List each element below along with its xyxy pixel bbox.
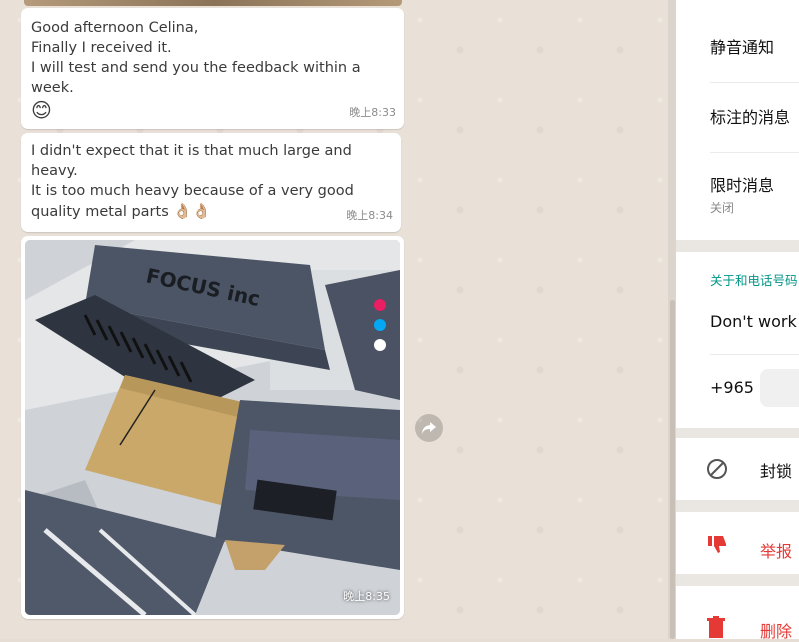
disappearing-messages[interactable]: 限时消息 — [710, 172, 774, 196]
delete-label[interactable]: 删除 — [760, 618, 792, 642]
divider — [710, 152, 799, 153]
scrollbar-thumb[interactable] — [670, 300, 675, 639]
divider — [710, 354, 799, 355]
block-section[interactable]: 封锁 — [676, 438, 799, 500]
block-label[interactable]: 封锁 — [760, 458, 792, 482]
mute-notifications[interactable]: 静音通知 — [710, 34, 774, 58]
image-message[interactable]: FOCUS inc 晚上8:35 — [21, 236, 404, 619]
contact-info-pane: 静音通知 标注的消息 限时消息 关闭 关于和电话号码 Don't work +9… — [676, 0, 799, 642]
chat-pane[interactable]: Good afternoon Celina, Finally I receive… — [0, 0, 676, 639]
block-icon — [707, 459, 727, 479]
message-time: 晚上8:34 — [346, 209, 393, 222]
message-time: 晚上8:33 — [349, 106, 396, 119]
disappearing-value: 关闭 — [710, 201, 735, 215]
about-header: 关于和电话号码 — [710, 273, 798, 288]
starred-messages[interactable]: 标注的消息 — [710, 104, 790, 128]
settings-section: 静音通知 标注的消息 限时消息 关闭 — [676, 0, 799, 240]
forward-arrow-icon — [422, 422, 436, 434]
divider — [710, 82, 799, 83]
thumbs-down-icon — [708, 536, 726, 553]
message-bubble[interactable]: Good afternoon Celina, Finally I receive… — [21, 8, 404, 129]
printer-illustration: FOCUS inc — [25, 240, 400, 615]
previous-image-edge — [24, 0, 402, 6]
message-text: Good afternoon Celina, Finally I receive… — [31, 20, 361, 96]
ok-hand-emoji: 👌🏼👌🏼 — [173, 202, 211, 220]
message-bubble[interactable]: I didn't expect that it is that much lar… — [21, 133, 401, 232]
forward-button[interactable] — [415, 414, 443, 442]
trash-icon — [707, 616, 725, 638]
report-section[interactable]: 举报 — [676, 512, 799, 574]
report-label[interactable]: 举报 — [760, 538, 792, 562]
message-time: 晚上8:35 — [343, 590, 390, 603]
smile-emoji: 😊 — [31, 98, 52, 122]
about-text: Don't work — [710, 312, 797, 331]
redacted-phone-digits — [760, 369, 799, 407]
phone-number[interactable]: +965 — [710, 378, 754, 397]
delete-section[interactable]: 删除 — [676, 586, 799, 642]
printer-photo[interactable]: FOCUS inc 晚上8:35 — [25, 240, 400, 615]
